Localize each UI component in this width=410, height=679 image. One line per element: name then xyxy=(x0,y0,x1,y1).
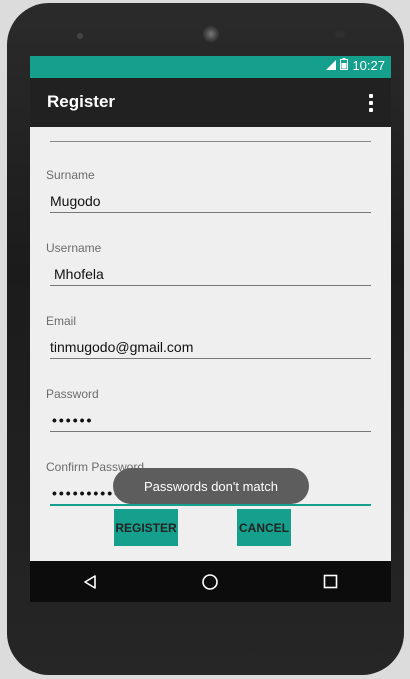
screen: 10:27 Register Surname Mugodo Username M… xyxy=(30,56,391,602)
email-field[interactable]: Email tinmugodo@gmail.com xyxy=(46,314,371,359)
surname-underline xyxy=(50,212,371,213)
username-field[interactable]: Username Mhofela xyxy=(46,241,371,286)
back-icon[interactable] xyxy=(70,567,110,597)
home-icon[interactable] xyxy=(190,567,230,597)
email-label: Email xyxy=(46,314,77,328)
recents-icon[interactable] xyxy=(311,567,351,597)
password-input[interactable]: •••••• xyxy=(52,412,93,428)
status-time: 10:27 xyxy=(352,58,385,73)
signal-icon xyxy=(326,58,337,73)
surname-field[interactable]: Surname Mugodo xyxy=(46,168,371,213)
register-button[interactable]: REGISTER xyxy=(114,509,178,546)
confirm-password-underline xyxy=(50,504,371,506)
surname-input[interactable]: Mugodo xyxy=(50,193,101,209)
previous-field-underline xyxy=(50,141,371,142)
proximity-sensor xyxy=(335,30,345,38)
email-underline xyxy=(50,358,371,359)
phone-frame: 10:27 Register Surname Mugodo Username M… xyxy=(7,3,404,675)
confirm-password-input[interactable]: •••••••••• xyxy=(52,485,121,501)
password-label: Password xyxy=(46,387,99,401)
overflow-menu-icon[interactable] xyxy=(369,94,373,112)
password-field[interactable]: Password •••••• xyxy=(46,387,371,432)
app-bar: Register xyxy=(30,78,391,127)
username-input[interactable]: Mhofela xyxy=(54,266,104,282)
navigation-bar xyxy=(30,561,391,602)
battery-icon xyxy=(340,58,349,73)
username-underline xyxy=(50,285,371,286)
front-camera xyxy=(77,33,83,39)
cancel-button[interactable]: CANCEL xyxy=(237,509,291,546)
surname-label: Surname xyxy=(46,168,95,182)
username-label: Username xyxy=(46,241,102,255)
password-underline xyxy=(50,431,371,432)
page-title: Register xyxy=(47,92,116,111)
status-bar: 10:27 xyxy=(30,56,391,78)
earpiece-speaker xyxy=(203,26,219,42)
toast-message: Passwords don't match xyxy=(113,468,309,504)
email-input[interactable]: tinmugodo@gmail.com xyxy=(50,339,193,355)
